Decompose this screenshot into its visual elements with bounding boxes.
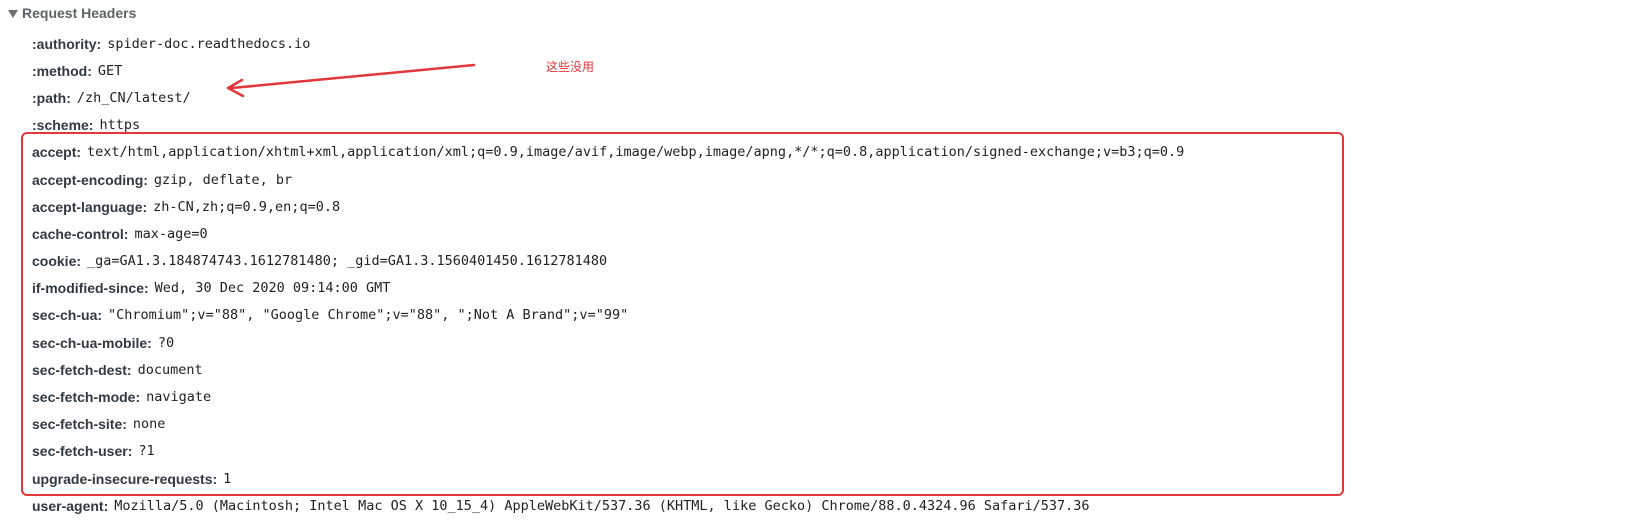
- header-value: ?0: [157, 334, 175, 351]
- header-row-cache-control: cache-control: max-age=0: [32, 220, 1592, 247]
- header-value: Wed, 30 Dec 2020 09:14:00 GMT: [154, 280, 391, 297]
- header-value: document: [137, 361, 203, 378]
- header-name: sec-ch-ua:: [32, 307, 103, 324]
- header-name: sec-ch-ua-mobile:: [32, 334, 152, 351]
- header-value: gzip, deflate, br: [153, 171, 293, 188]
- header-row-cookie: cookie: _ga=GA1.3.184874743.1612781480; …: [32, 248, 1592, 275]
- header-name: sec-fetch-dest:: [32, 361, 132, 378]
- header-name: :authority:: [32, 35, 102, 52]
- header-value: GET: [97, 62, 123, 79]
- header-row-sec-ch-ua-mobile: sec-ch-ua-mobile: ?0: [32, 329, 1592, 356]
- header-row-if-modified-since: if-modified-since: Wed, 30 Dec 2020 09:1…: [32, 275, 1592, 302]
- header-value: navigate: [146, 389, 212, 406]
- header-name: cache-control:: [32, 225, 129, 242]
- header-value: zh-CN,zh;q=0.9,en;q=0.8: [153, 198, 341, 215]
- header-row-scheme: :scheme: https: [32, 112, 1592, 139]
- header-row-path: :path: /zh_CN/latest/: [32, 84, 1592, 111]
- header-row-authority: :authority: spider-doc.readthedocs.io: [32, 30, 1592, 57]
- triangle-down-icon: [8, 9, 18, 18]
- header-name: accept-language:: [32, 198, 148, 215]
- header-row-accept-encoding: accept-encoding: gzip, deflate, br: [32, 166, 1592, 193]
- header-row-accept: accept: text/html,application/xhtml+xml,…: [32, 139, 1592, 166]
- header-row-sec-fetch-dest: sec-fetch-dest: document: [32, 356, 1592, 383]
- header-name: accept-encoding:: [32, 171, 148, 188]
- header-value: https: [99, 117, 141, 134]
- header-row-sec-ch-ua: sec-ch-ua: "Chromium";v="88", "Google Ch…: [32, 302, 1592, 329]
- header-value: none: [132, 416, 166, 433]
- header-name: accept:: [32, 144, 82, 161]
- header-name: user-agent:: [32, 497, 109, 514]
- request-headers-list: :authority: spider-doc.readthedocs.io :m…: [32, 30, 1592, 519]
- header-name: sec-fetch-mode:: [32, 389, 141, 406]
- header-value: max-age=0: [134, 225, 208, 242]
- header-name: cookie:: [32, 253, 82, 270]
- header-name: sec-fetch-user:: [32, 443, 133, 460]
- header-value: text/html,application/xhtml+xml,applicat…: [87, 144, 1185, 161]
- header-value: "Chromium";v="88", "Google Chrome";v="88…: [108, 307, 629, 324]
- header-row-method: :method: GET: [32, 57, 1592, 84]
- header-value: Mozilla/5.0 (Macintosh; Intel Mac OS X 1…: [114, 497, 1090, 514]
- section-title: Request Headers: [22, 5, 137, 21]
- header-name: :scheme:: [32, 117, 94, 134]
- header-row-upgrade-insecure-requests: upgrade-insecure-requests: 1: [32, 465, 1592, 492]
- header-value: 1: [223, 470, 232, 487]
- header-row-user-agent: user-agent: Mozilla/5.0 (Macintosh; Inte…: [32, 492, 1592, 519]
- header-name: :method:: [32, 62, 92, 79]
- header-value: spider-doc.readthedocs.io: [107, 35, 311, 52]
- header-row-sec-fetch-mode: sec-fetch-mode: navigate: [32, 383, 1592, 410]
- header-name: sec-fetch-site:: [32, 416, 127, 433]
- header-name: upgrade-insecure-requests:: [32, 470, 218, 487]
- header-value: _ga=GA1.3.184874743.1612781480; _gid=GA1…: [87, 253, 608, 270]
- request-headers-toggle[interactable]: Request Headers: [8, 3, 136, 23]
- header-name: if-modified-since:: [32, 280, 149, 297]
- header-name: :path:: [32, 89, 71, 106]
- header-row-accept-language: accept-language: zh-CN,zh;q=0.9,en;q=0.8: [32, 193, 1592, 220]
- header-value: /zh_CN/latest/: [76, 89, 191, 106]
- annotation-note: 这些没用: [546, 60, 595, 74]
- header-value: ?1: [138, 443, 155, 460]
- header-row-sec-fetch-user: sec-fetch-user: ?1: [32, 438, 1592, 465]
- header-row-sec-fetch-site: sec-fetch-site: none: [32, 411, 1592, 438]
